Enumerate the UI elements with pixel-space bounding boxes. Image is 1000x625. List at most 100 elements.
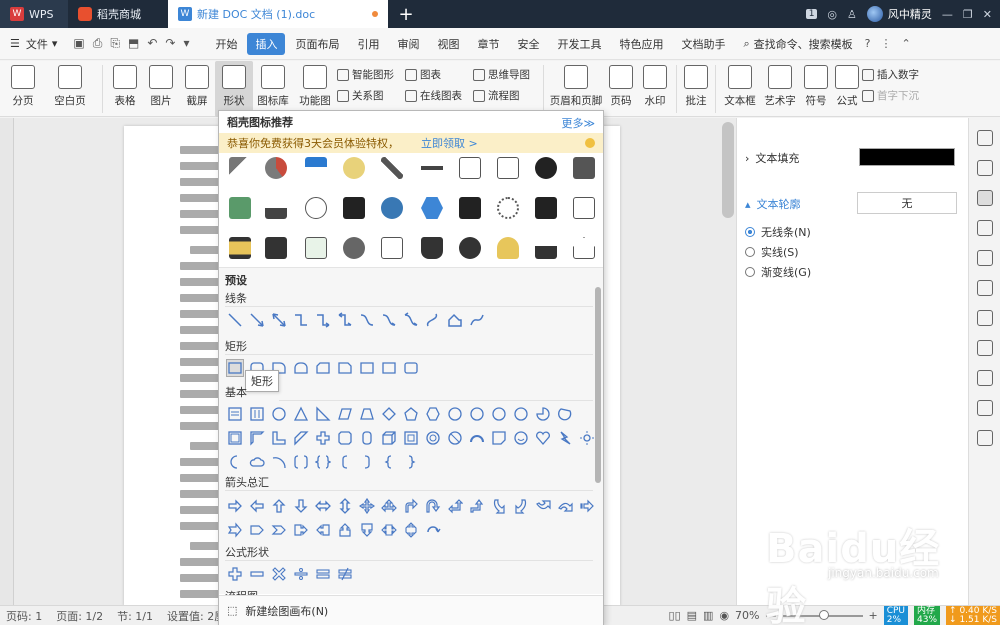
- outline-select[interactable]: 无: [857, 192, 957, 214]
- flowchart-button[interactable]: 流程图: [473, 88, 539, 103]
- new-tab-button[interactable]: +: [388, 0, 424, 28]
- export-icon[interactable]: ⬒: [128, 36, 139, 51]
- elbow-double-arrow-connector-shape[interactable]: [337, 312, 353, 328]
- page-number-status[interactable]: 页码: 1: [6, 608, 42, 624]
- star-icon[interactable]: [976, 250, 993, 266]
- right-arrow-callout-shape[interactable]: [293, 522, 309, 538]
- file-menu[interactable]: 文件 ▾: [20, 36, 64, 52]
- tab-docer-store[interactable]: 稻壳商城: [68, 0, 168, 28]
- right-bracket-shape[interactable]: [359, 454, 375, 470]
- wordart-button[interactable]: 艺术字: [760, 61, 800, 117]
- smartart-button[interactable]: 智能图形: [337, 67, 405, 82]
- plaque-shape[interactable]: [337, 430, 353, 446]
- diamond-shape[interactable]: [381, 406, 397, 422]
- left-arrow-callout-shape[interactable]: [315, 522, 331, 538]
- curved-up-arrow-shape[interactable]: [535, 498, 551, 514]
- mail-icon[interactable]: [535, 197, 557, 219]
- sun-shape[interactable]: [579, 430, 595, 446]
- trapezoid-shape[interactable]: [359, 406, 375, 422]
- radio-no-line[interactable]: 无线条(N): [745, 224, 811, 240]
- line-shape[interactable]: [227, 312, 243, 328]
- left-right-arrow-shape[interactable]: [315, 498, 331, 514]
- close-promo-icon[interactable]: [585, 138, 595, 148]
- can-shape[interactable]: [359, 430, 375, 446]
- tab-security[interactable]: 安全: [509, 33, 547, 55]
- chart-button[interactable]: 图表: [405, 67, 473, 82]
- hexagon-shape[interactable]: [425, 406, 441, 422]
- right-brace-shape[interactable]: [403, 454, 419, 470]
- diagonal-stripe-shape[interactable]: [293, 430, 309, 446]
- table-button[interactable]: 表格: [107, 61, 143, 117]
- window-count-badge[interactable]: 1: [805, 9, 818, 19]
- close-icon[interactable]: ✕: [983, 8, 992, 21]
- circular-arrow-shape[interactable]: [425, 522, 441, 538]
- symbol-button[interactable]: 符号: [800, 61, 832, 117]
- tab-chapter[interactable]: 章节: [469, 33, 507, 55]
- pen-icon[interactable]: [381, 157, 403, 179]
- target-icon[interactable]: [381, 197, 403, 219]
- zoom-level[interactable]: 70%: [735, 609, 759, 622]
- octagon-shape[interactable]: [469, 406, 485, 422]
- text-fill-color-picker[interactable]: [859, 148, 955, 166]
- page-view-icon[interactable]: ▤: [687, 609, 697, 622]
- curved-right-arrow-shape[interactable]: [491, 498, 507, 514]
- relation-chart-button[interactable]: 关系图: [337, 88, 405, 103]
- radio-gradient-line[interactable]: 渐变线(G): [745, 264, 811, 280]
- translate-icon[interactable]: [976, 310, 993, 326]
- dropdown-scrollbar[interactable]: [595, 287, 601, 483]
- share-icon[interactable]: [976, 280, 993, 296]
- tab-features[interactable]: 特色应用: [611, 33, 671, 55]
- arrow-line-shape[interactable]: [249, 312, 265, 328]
- elbow-arrow-connector-shape[interactable]: [315, 312, 331, 328]
- tab-page-layout[interactable]: 页面布局: [287, 33, 347, 55]
- help-icon[interactable]: [976, 430, 993, 446]
- left-right-arrow-callout-shape[interactable]: [381, 522, 397, 538]
- hourglass-icon[interactable]: [229, 237, 251, 259]
- screenshot-button[interactable]: 截屏: [179, 61, 215, 117]
- pie-shape[interactable]: [535, 406, 551, 422]
- block-arc-shape[interactable]: [469, 430, 485, 446]
- page-count-status[interactable]: 页面: 1/2: [56, 608, 103, 624]
- tab-references[interactable]: 引用: [349, 33, 387, 55]
- grid-icon[interactable]: [976, 400, 993, 416]
- gear-icon[interactable]: [497, 197, 519, 219]
- image-icon[interactable]: [976, 340, 993, 356]
- basket-icon[interactable]: [421, 237, 443, 259]
- header-footer-button[interactable]: 页眉和页脚: [548, 61, 604, 117]
- skin-icon[interactable]: ◎: [827, 8, 837, 21]
- weight-icon[interactable]: [421, 157, 443, 179]
- restore-icon[interactable]: ❐: [963, 8, 973, 21]
- more-link[interactable]: 更多≫: [561, 115, 595, 131]
- snip-round-shape[interactable]: [381, 360, 397, 376]
- bent-arrow-shape[interactable]: [403, 498, 419, 514]
- cloud-icon[interactable]: [305, 197, 327, 219]
- shield-icon[interactable]: [976, 370, 993, 386]
- double-bracket-shape[interactable]: [293, 454, 309, 470]
- round-diagonal-shape[interactable]: [403, 360, 419, 376]
- curved-left-arrow-shape[interactable]: [513, 498, 529, 514]
- triangle-shape[interactable]: [293, 406, 309, 422]
- watermark-button[interactable]: 水印: [638, 61, 672, 117]
- half-frame-shape[interactable]: [249, 430, 265, 446]
- pentagon-shape[interactable]: [403, 406, 419, 422]
- search-document-icon[interactable]: [381, 237, 403, 259]
- bent-up-arrow-shape[interactable]: [469, 498, 485, 514]
- minus-shape[interactable]: [249, 566, 265, 582]
- curved-arrow-connector-shape[interactable]: [381, 312, 397, 328]
- command-search[interactable]: ⌕ 查找命令、搜索模板: [743, 36, 852, 52]
- page-number-button[interactable]: 页码: [604, 61, 638, 117]
- text-box-shape[interactable]: [227, 406, 243, 422]
- vertical-text-box-shape[interactable]: [249, 406, 265, 422]
- frame-shape[interactable]: [227, 430, 243, 446]
- down-arrow-shape[interactable]: [293, 498, 309, 514]
- donut-shape[interactable]: [425, 430, 441, 446]
- factory-icon[interactable]: [535, 237, 557, 259]
- lightning-shape[interactable]: [557, 430, 573, 446]
- right-triangle-shape[interactable]: [315, 406, 331, 422]
- curved-connector-shape[interactable]: [359, 312, 375, 328]
- cube-shape[interactable]: [381, 430, 397, 446]
- up-arrow-callout-shape[interactable]: [337, 522, 353, 538]
- online-chart-button[interactable]: 在线图表: [405, 88, 473, 103]
- right-arrow-shape[interactable]: [227, 498, 243, 514]
- tab-home[interactable]: 开始: [207, 33, 245, 55]
